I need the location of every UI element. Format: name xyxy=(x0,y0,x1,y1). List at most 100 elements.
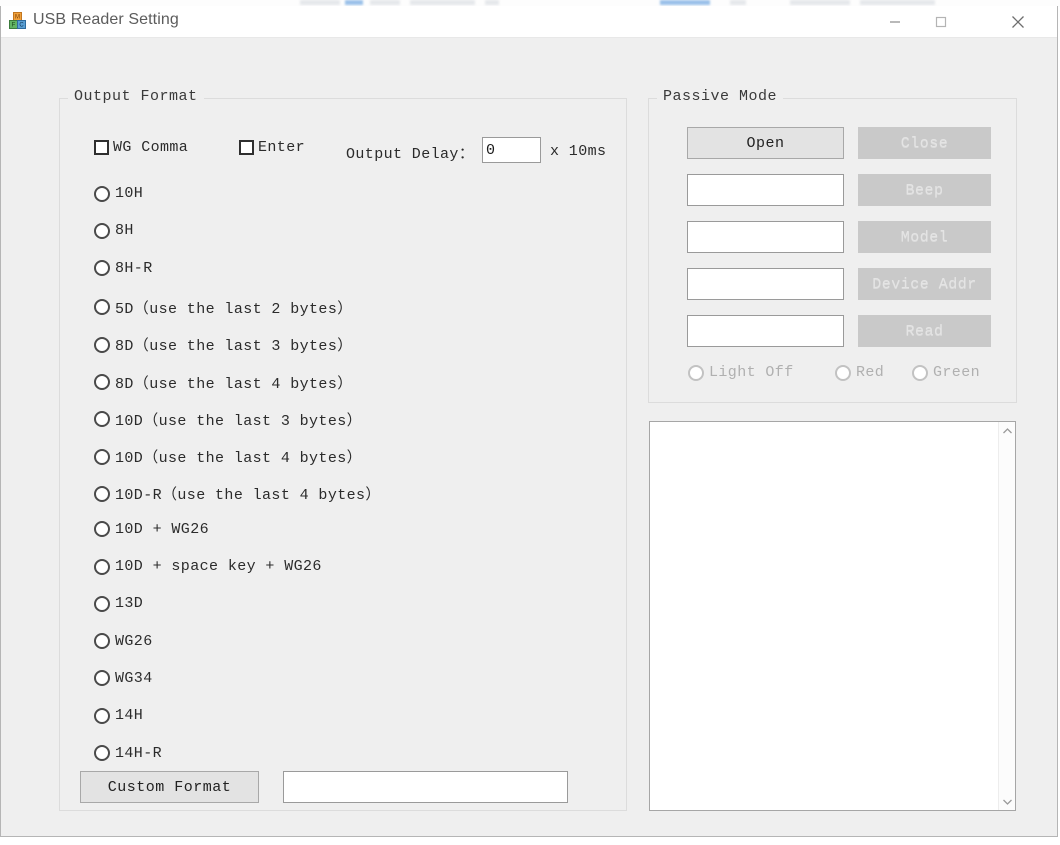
custom-format-button[interactable]: Custom Format xyxy=(80,771,259,803)
log-scrollbar[interactable] xyxy=(998,422,1015,810)
read-button[interactable]: Read xyxy=(858,315,991,347)
toy-blocks-icon: M F C xyxy=(8,11,28,31)
radio-red[interactable]: Red xyxy=(835,364,884,381)
radio-label: 8H xyxy=(115,222,134,240)
output-format-legend: Output Format xyxy=(68,88,204,105)
radio-circle-icon xyxy=(94,485,110,502)
minimize-button[interactable] xyxy=(872,6,918,37)
custom-format-input[interactable] xyxy=(283,771,568,803)
output-delay-unit: x 10ms xyxy=(550,143,607,160)
radio-label: 8D（use the last 4 bytes） xyxy=(115,375,353,393)
radio-circle-icon xyxy=(94,670,110,687)
radio-output-format-8[interactable]: 10D-R（use the last 4 bytes） xyxy=(94,483,381,504)
close-icon xyxy=(1012,15,1024,28)
radio-circle-icon xyxy=(94,222,110,239)
output-delay-label: Output Delay： xyxy=(346,146,475,163)
radio-label: 14H-R xyxy=(115,744,163,762)
chevron-up-icon xyxy=(1003,427,1012,433)
radio-label: 10D + space key + WG26 xyxy=(115,558,322,575)
radio-label: 8D（use the last 3 bytes） xyxy=(115,338,353,356)
radio-label: 10D-R（use the last 4 bytes） xyxy=(115,487,381,505)
radio-green[interactable]: Green xyxy=(912,364,980,381)
radio-output-format-1[interactable]: 8H xyxy=(94,222,134,239)
close-connection-button-label: Close xyxy=(900,134,949,152)
checkbox-box-icon xyxy=(239,140,254,155)
window-title: USB Reader Setting xyxy=(33,11,179,28)
beep-button[interactable]: Beep xyxy=(858,174,991,206)
radio-label: 5D（use the last 2 bytes） xyxy=(115,300,353,318)
radio-circle-icon xyxy=(94,558,110,575)
usb-reader-setting-window: M F C USB Reader Setting Output Format W… xyxy=(0,6,1058,837)
checkbox-wg-comma[interactable]: WG Comma xyxy=(94,139,188,156)
radio-output-format-13[interactable]: WG34 xyxy=(94,670,153,687)
checkbox-box-icon xyxy=(94,140,109,155)
radio-circle-icon xyxy=(94,411,110,428)
svg-text:M: M xyxy=(15,15,20,21)
radio-label: Red xyxy=(856,364,885,381)
passive-input-4[interactable] xyxy=(687,315,844,347)
radio-output-format-3[interactable]: 5D（use the last 2 bytes） xyxy=(94,297,353,318)
radio-label: 10H xyxy=(115,185,144,202)
scroll-up-button[interactable] xyxy=(999,422,1016,439)
radio-output-format-5[interactable]: 8D（use the last 4 bytes） xyxy=(94,372,353,393)
device-addr-button[interactable]: Device Addr xyxy=(858,268,991,300)
log-output-panel[interactable] xyxy=(649,421,1016,811)
maximize-button[interactable] xyxy=(918,6,964,37)
radio-circle-icon xyxy=(94,633,110,650)
radio-output-format-7[interactable]: 10D（use the last 4 bytes） xyxy=(94,446,362,467)
chevron-down-icon xyxy=(1003,799,1012,805)
custom-format-button-label: Custom Format xyxy=(107,778,232,796)
radio-output-format-11[interactable]: 13D xyxy=(94,595,143,612)
radio-label: 14H xyxy=(115,707,144,725)
model-button[interactable]: Model xyxy=(858,221,991,253)
radio-circle-icon xyxy=(94,521,110,538)
passive-input-3[interactable] xyxy=(687,268,844,300)
passive-mode-legend: Passive Mode xyxy=(657,88,784,105)
close-button[interactable] xyxy=(995,6,1041,37)
radio-output-format-10[interactable]: 10D + space key + WG26 xyxy=(94,558,322,575)
radio-circle-icon xyxy=(94,707,110,724)
radio-label: 8H-R xyxy=(115,259,153,277)
radio-circle-icon xyxy=(94,448,110,465)
checkbox-label: Enter xyxy=(258,139,306,156)
radio-output-format-4[interactable]: 8D（use the last 3 bytes） xyxy=(94,334,353,355)
checkbox-enter[interactable]: Enter xyxy=(239,139,305,156)
radio-output-format-0[interactable]: 10H xyxy=(94,185,143,202)
radio-label: 10D + WG26 xyxy=(115,520,210,538)
passive-input-1[interactable] xyxy=(687,174,844,206)
radio-circle-icon xyxy=(94,260,110,277)
scroll-down-button[interactable] xyxy=(999,793,1016,810)
radio-output-format-6[interactable]: 10D（use the last 3 bytes） xyxy=(94,409,362,430)
maximize-icon xyxy=(935,16,947,27)
radio-circle-icon xyxy=(94,185,110,202)
radio-output-format-2[interactable]: 8H-R xyxy=(94,260,153,277)
radio-circle-icon xyxy=(688,364,704,381)
open-button-label: Open xyxy=(746,134,785,152)
radio-output-format-15[interactable]: 14H-R xyxy=(94,745,162,762)
radio-label: 13D xyxy=(115,595,144,613)
radio-label: 10D（use the last 3 bytes） xyxy=(115,412,363,430)
output-delay-input[interactable] xyxy=(482,137,541,163)
radio-light-off[interactable]: Light Off xyxy=(688,364,794,381)
radio-label: Light Off xyxy=(709,364,794,381)
radio-circle-icon xyxy=(835,364,851,381)
radio-output-format-14[interactable]: 14H xyxy=(94,707,143,724)
title-bar: M F C USB Reader Setting xyxy=(1,6,1057,38)
passive-input-2[interactable] xyxy=(687,221,844,253)
minimize-icon xyxy=(890,20,900,23)
open-button[interactable]: Open xyxy=(687,127,844,159)
radio-label: Green xyxy=(933,364,981,381)
radio-output-format-12[interactable]: WG26 xyxy=(94,633,153,650)
radio-circle-icon xyxy=(94,299,110,316)
radio-label: WG34 xyxy=(115,669,153,687)
radio-label: WG26 xyxy=(115,632,153,650)
radio-circle-icon xyxy=(912,364,928,381)
checkbox-label: WG Comma xyxy=(113,139,189,156)
model-button-label: Model xyxy=(900,228,949,246)
close-connection-button[interactable]: Close xyxy=(858,127,991,159)
radio-label: 10D（use the last 4 bytes） xyxy=(115,450,363,468)
svg-text:F: F xyxy=(12,23,16,29)
radio-output-format-9[interactable]: 10D + WG26 xyxy=(94,521,209,538)
beep-button-label: Beep xyxy=(905,181,944,199)
radio-circle-icon xyxy=(94,374,110,390)
